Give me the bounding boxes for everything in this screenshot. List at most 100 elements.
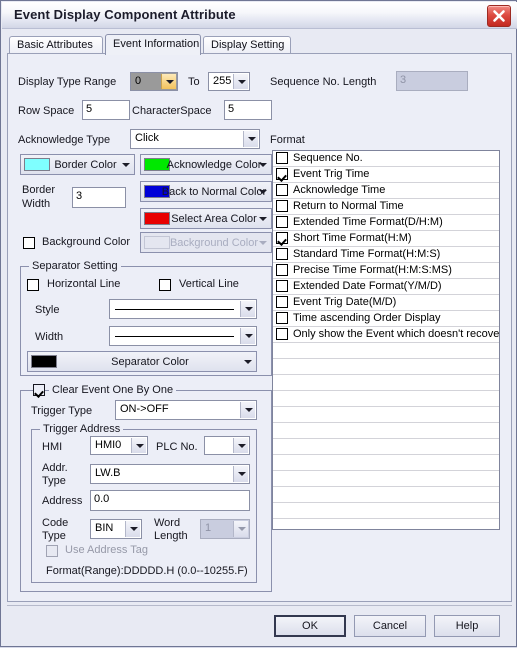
word-length-label-line2: Length (154, 530, 188, 542)
word-length-select: 1 (200, 519, 250, 539)
row-space-input[interactable]: 5 (82, 100, 130, 120)
sequence-no-length-input: 3 (396, 71, 468, 91)
list-item[interactable]: Only show the Event which doesn't recove… (273, 327, 499, 343)
format-option-checkbox[interactable] (276, 312, 288, 324)
character-space-label: CharacterSpace (132, 105, 212, 117)
event-information-panel: Display Type Range 0 To 255 Sequence No.… (7, 53, 512, 602)
format-option-checkbox[interactable] (276, 264, 288, 276)
list-item[interactable]: Short Time Format(H:M) (273, 231, 499, 247)
sequence-no-length-label: Sequence No. Length (270, 76, 377, 88)
list-item-empty[interactable] (273, 343, 499, 359)
separator-color-button[interactable]: Separator Color (27, 351, 257, 372)
list-item-empty[interactable] (273, 375, 499, 391)
list-item[interactable]: Event Trig Date(M/D) (273, 295, 499, 311)
display-type-range-to-select[interactable]: 255 (208, 72, 250, 91)
format-option-checkbox[interactable] (276, 152, 288, 164)
list-item[interactable]: Time ascending Order Display (273, 311, 499, 327)
acknowledge-color-button[interactable]: Acknowledge Color (140, 154, 272, 175)
format-option-checkbox[interactable] (276, 200, 288, 212)
vertical-line-checkbox[interactable] (159, 279, 171, 291)
back-to-normal-color-button[interactable]: Back to Normal Color (140, 181, 272, 202)
dialog-window: Event Display Component Attribute Basic … (0, 0, 517, 647)
separator-style-select[interactable] (109, 299, 257, 319)
format-option-label: Extended Date Format(Y/M/D) (293, 280, 442, 292)
acknowledge-type-select[interactable]: Click (130, 129, 260, 149)
list-item-empty[interactable] (273, 439, 499, 455)
separator-style-label: Style (35, 304, 60, 316)
horizontal-line-checkbox[interactable] (27, 279, 39, 291)
chevron-down-icon (131, 438, 146, 453)
list-item[interactable]: Sequence No. (273, 151, 499, 167)
line-style-preview (115, 309, 234, 310)
display-type-range-from-select[interactable]: 0 (130, 72, 178, 91)
tab-basic-attributes[interactable]: Basic Attributes (9, 36, 103, 54)
list-item-empty[interactable] (273, 391, 499, 407)
border-width-input[interactable]: 3 (72, 187, 126, 208)
chevron-down-icon (233, 466, 248, 482)
hmi-select[interactable]: HMI0 (90, 436, 148, 455)
list-item-empty[interactable] (273, 407, 499, 423)
background-color-checkbox[interactable] (23, 237, 35, 249)
list-item-empty[interactable] (273, 423, 499, 439)
select-area-color-swatch (144, 212, 170, 225)
code-type-value: BIN (95, 522, 114, 534)
code-type-select[interactable]: BIN (90, 519, 142, 539)
list-item[interactable]: Standard Time Format(H:M:S) (273, 247, 499, 263)
format-option-checkbox[interactable] (276, 216, 288, 228)
format-option-label: Short Time Format(H:M) (293, 232, 412, 244)
trigger-address-title: Trigger Address (40, 423, 124, 435)
clear-event-checkbox[interactable] (33, 384, 45, 396)
border-color-swatch (24, 158, 50, 171)
format-option-label: Precise Time Format(H:M:S:MS) (293, 264, 452, 276)
format-options-list[interactable]: Sequence No. Event Trig Time Acknowledge… (272, 150, 500, 530)
use-address-tag-checkbox (46, 545, 58, 557)
list-item-empty[interactable] (273, 487, 499, 503)
format-option-checkbox[interactable] (276, 248, 288, 260)
address-input[interactable]: 0.0 (90, 490, 250, 511)
border-color-button[interactable]: Border Color (20, 154, 135, 175)
format-option-checkbox[interactable] (276, 184, 288, 196)
select-area-color-button[interactable]: Select Area Color (140, 208, 272, 229)
code-type-label-line1: Code (42, 517, 69, 529)
tab-display-setting[interactable]: Display Setting (203, 36, 291, 54)
format-option-checkbox[interactable] (276, 328, 288, 340)
list-item[interactable]: Acknowledge Time (273, 183, 499, 199)
chevron-down-icon (161, 74, 176, 89)
display-type-range-to-label: To (188, 76, 200, 88)
border-width-label-line2: Width (22, 198, 51, 210)
format-option-label: Standard Time Format(H:M:S) (293, 248, 441, 260)
list-item[interactable]: Event Trig Time (273, 167, 499, 183)
chevron-down-icon (243, 131, 258, 147)
format-option-checkbox[interactable] (276, 280, 288, 292)
close-icon[interactable] (487, 5, 511, 27)
character-space-input[interactable]: 5 (224, 100, 272, 120)
format-option-label: Return to Normal Time (293, 200, 404, 212)
chevron-down-icon (233, 74, 248, 89)
list-item-empty[interactable] (273, 359, 499, 375)
border-color-label: Border Color (54, 158, 117, 171)
addr-type-select[interactable]: LW.B (90, 464, 250, 484)
format-option-checkbox[interactable] (276, 296, 288, 308)
help-button[interactable]: Help (434, 615, 500, 637)
chevron-down-icon (259, 240, 267, 245)
list-item[interactable]: Precise Time Format(H:M:S:MS) (273, 263, 499, 279)
border-width-label-line1: Border (22, 184, 56, 196)
format-option-checkbox[interactable] (276, 232, 288, 244)
tab-event-information[interactable]: Event Information (105, 34, 201, 55)
list-item[interactable]: Extended Date Format(Y/M/D) (273, 279, 499, 295)
list-item[interactable]: Return to Normal Time (273, 199, 499, 215)
cancel-button[interactable]: Cancel (354, 615, 426, 637)
trigger-type-select[interactable]: ON->OFF (115, 400, 257, 420)
separator-width-select[interactable] (109, 326, 257, 346)
list-item-empty[interactable] (273, 455, 499, 471)
chevron-down-icon (259, 189, 267, 194)
clear-event-group: Clear Event One By One Trigger Type ON->… (20, 384, 272, 592)
plc-no-select[interactable] (204, 436, 250, 455)
list-item-empty[interactable] (273, 471, 499, 487)
format-option-checkbox[interactable] (276, 168, 288, 180)
trigger-type-label: Trigger Type (31, 405, 93, 417)
select-area-color-label: Select Area Color (171, 212, 257, 225)
list-item-empty[interactable] (273, 503, 499, 519)
list-item[interactable]: Extended Time Format(D/H:M) (273, 215, 499, 231)
ok-button[interactable]: OK (274, 615, 346, 637)
